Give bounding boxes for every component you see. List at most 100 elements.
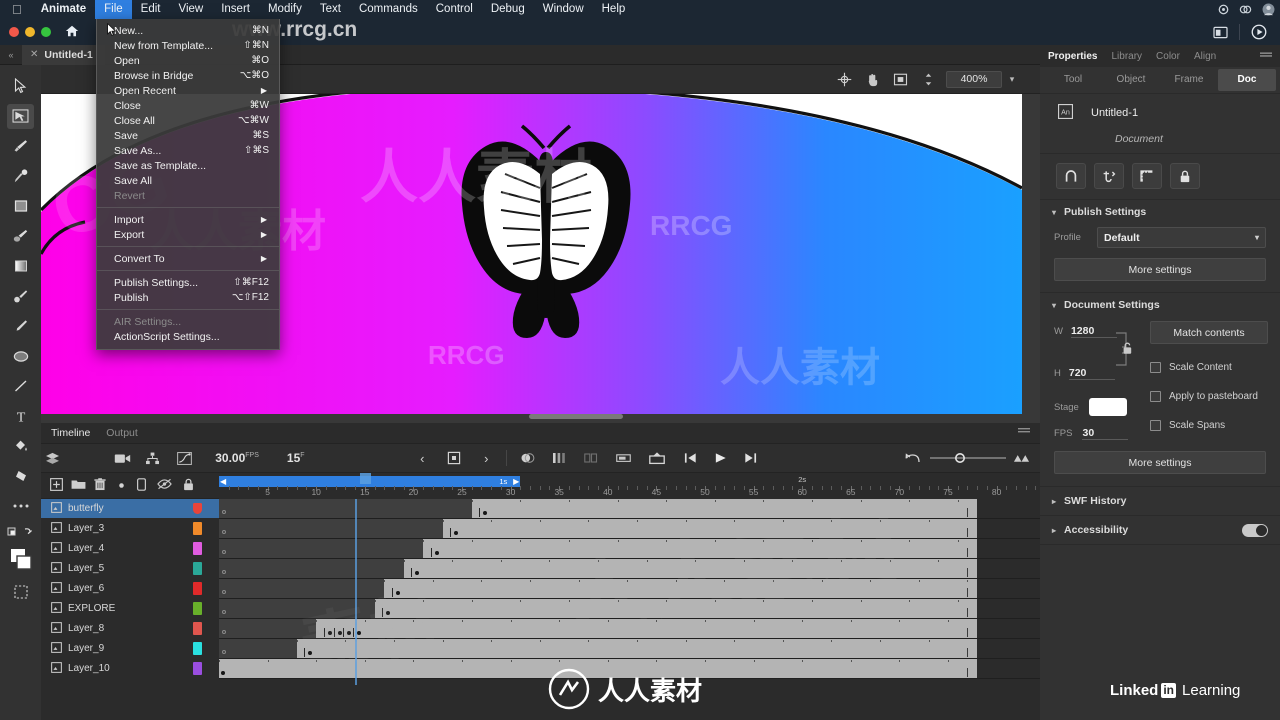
document-tab[interactable]: ✕ Untitled-1 (22, 44, 105, 65)
modify-onion-markers-icon[interactable] (607, 452, 639, 464)
empty-keyframe-marker[interactable] (222, 510, 226, 514)
gradient-rect-tool-icon[interactable] (0, 251, 41, 281)
layer-color-chip[interactable] (193, 542, 202, 555)
accessibility-section[interactable]: ▸ Accessibility (1040, 515, 1280, 544)
hand-tool-icon[interactable] (859, 68, 885, 90)
selection-tool-icon[interactable] (0, 71, 41, 101)
pencil-tool-icon[interactable] (0, 311, 41, 341)
layer-dot-icon[interactable] (118, 480, 125, 492)
tab-align[interactable]: Align (1194, 51, 1216, 62)
layer-color-chip[interactable] (193, 662, 202, 675)
frame-row[interactable] (219, 619, 1040, 639)
zoom-stepper-icon[interactable] (915, 68, 941, 90)
scale-spans-checkbox-row[interactable]: Scale Spans (1150, 420, 1225, 431)
layout-switch-icon[interactable] (1207, 21, 1233, 43)
tab-output[interactable]: Output (106, 427, 138, 439)
lock-guides-icon[interactable] (1170, 163, 1200, 189)
onion-skin-outline-icon[interactable] (543, 452, 575, 464)
menu-file[interactable]: File (95, 0, 132, 19)
layer-row-layer_10[interactable]: Layer_10 (41, 659, 219, 679)
oval-tool-icon[interactable] (0, 341, 41, 371)
brush-tool-icon[interactable] (0, 131, 41, 161)
frame-row[interactable] (219, 559, 1040, 579)
menu-item-convert-to[interactable]: Convert To ▶ (97, 251, 279, 266)
frame-row[interactable] (219, 579, 1040, 599)
sync-icon[interactable] (1213, 4, 1234, 15)
layer-row-layer_8[interactable]: Layer_8 (41, 619, 219, 639)
loop-playback-icon[interactable] (639, 451, 675, 465)
minimize-window-button[interactable] (25, 27, 35, 37)
close-window-button[interactable] (9, 27, 19, 37)
frame-row[interactable] (219, 519, 1040, 539)
empty-frames-span[interactable] (219, 559, 404, 578)
zoom-level-input[interactable]: 400% (946, 70, 1002, 88)
menu-item-save-as-template[interactable]: Save as Template... (97, 158, 279, 173)
width-input[interactable]: 1280 (1070, 325, 1117, 338)
checkbox[interactable] (1150, 362, 1161, 373)
frame-row[interactable] (219, 639, 1040, 659)
empty-frames-span[interactable] (219, 579, 385, 598)
edit-multiple-frames-icon[interactable] (575, 452, 607, 464)
layer-color-chip[interactable] (193, 622, 202, 635)
empty-frames-span[interactable] (219, 639, 297, 658)
home-icon[interactable] (65, 24, 79, 41)
accessibility-toggle[interactable] (1242, 523, 1268, 537)
document-settings-header[interactable]: ▾ Document Settings (1040, 293, 1280, 317)
layer-color-chip[interactable] (193, 522, 202, 535)
snap-to-objects-icon[interactable] (1056, 163, 1086, 189)
filled-frames-span[interactable] (471, 499, 978, 518)
menu-item-browse-in-bridge[interactable]: Browse in Bridge ⌥⌘O (97, 68, 279, 83)
menu-help[interactable]: Help (593, 0, 635, 19)
empty-frames-span[interactable] (219, 499, 472, 518)
apply-to-pasteboard-checkbox-row[interactable]: Apply to pasteboard (1150, 391, 1258, 402)
add-layer-icon[interactable] (50, 477, 63, 494)
empty-frames-span[interactable] (219, 599, 375, 618)
line-tool-icon[interactable] (0, 371, 41, 401)
panel-menu-icon[interactable] (1018, 427, 1040, 439)
menu-item-actionscript-settings[interactable]: ActionScript Settings... (97, 329, 279, 344)
menu-item-new-from-template[interactable]: New from Template... ⇧⌘N (97, 38, 279, 53)
frame-row[interactable] (219, 499, 1040, 519)
new-folder-icon[interactable] (71, 478, 86, 493)
maximize-window-button[interactable] (41, 27, 51, 37)
layer-row-layer_4[interactable]: Layer_4 (41, 539, 219, 559)
layer-color-chip[interactable] (193, 503, 202, 514)
playhead[interactable] (355, 499, 358, 685)
filled-frames-span[interactable] (384, 579, 978, 598)
step-back-icon[interactable] (675, 452, 705, 464)
keyframe-marker[interactable] (221, 671, 225, 675)
empty-keyframe-marker[interactable] (222, 530, 226, 534)
match-contents-button[interactable]: Match contents (1150, 321, 1268, 344)
checkbox[interactable] (1150, 391, 1161, 402)
tab-properties[interactable]: Properties (1048, 51, 1097, 62)
layer-row-layer_5[interactable]: Layer_5 (41, 559, 219, 579)
layer-depth-icon[interactable] (137, 452, 167, 465)
fps-input[interactable]: 30 (1082, 427, 1129, 440)
layer-row-explore[interactable]: EXPLORE (41, 599, 219, 619)
layer-row-layer_6[interactable]: Layer_6 (41, 579, 219, 599)
menu-item-import[interactable]: Import ▶ (97, 212, 279, 227)
empty-keyframe-marker[interactable] (222, 630, 226, 634)
menu-item-save-as[interactable]: Save As... ⇧⌘S (97, 143, 279, 158)
document-more-settings-button[interactable]: More settings (1054, 451, 1266, 474)
layer-row-butterfly[interactable]: butterfly (41, 499, 219, 519)
show-rulers-icon[interactable] (1132, 163, 1162, 189)
tab-tool[interactable]: Tool (1044, 69, 1102, 91)
rectangle-tool-icon[interactable] (0, 191, 41, 221)
layer-parenting-icon[interactable] (41, 452, 63, 465)
menu-view[interactable]: View (169, 0, 212, 19)
empty-keyframe-marker[interactable] (222, 650, 226, 654)
frame-row[interactable] (219, 599, 1040, 619)
camera-icon[interactable] (107, 453, 137, 464)
empty-keyframe-marker[interactable] (222, 570, 226, 574)
menu-debug[interactable]: Debug (482, 0, 534, 19)
layer-color-chip[interactable] (193, 582, 202, 595)
menu-text[interactable]: Text (311, 0, 350, 19)
empty-keyframe-marker[interactable] (222, 550, 226, 554)
publish-settings-header[interactable]: ▾ Publish Settings (1040, 200, 1280, 224)
menu-item-close-all[interactable]: Close All ⌥⌘W (97, 113, 279, 128)
hide-layer-icon[interactable] (157, 478, 172, 493)
layer-display-icon[interactable] (137, 477, 146, 494)
edit-snapping-icon[interactable] (1094, 163, 1124, 189)
apple-icon[interactable]:  (8, 1, 32, 18)
